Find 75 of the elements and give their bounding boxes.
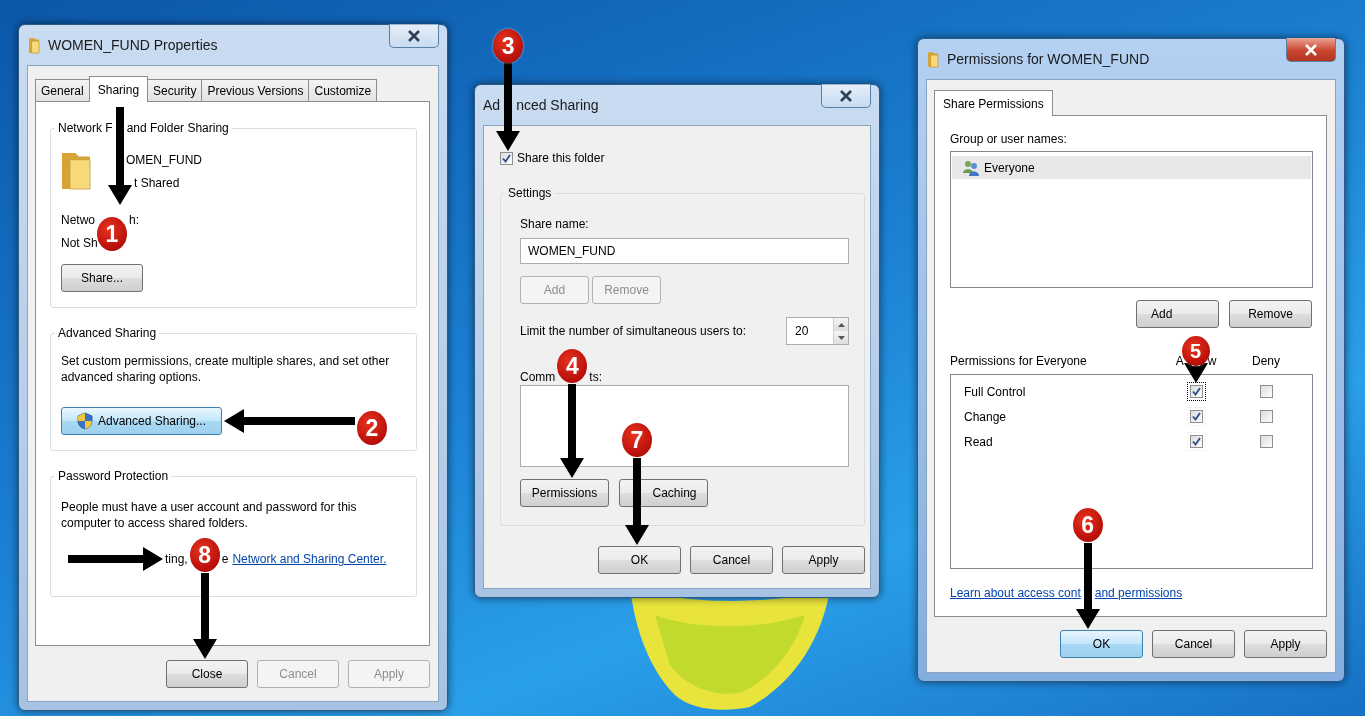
window-title: Permissions for WOMEN_FUND <box>947 50 1150 68</box>
spin-up-button[interactable] <box>834 318 848 331</box>
network-sharing-link[interactable]: Network and Sharing Center. <box>232 550 387 568</box>
remove-button[interactable]: Remove <box>1229 300 1312 328</box>
caret-down-icon <box>837 335 845 340</box>
step-marker: 3 <box>493 29 524 63</box>
label: Share name: <box>520 216 590 232</box>
permission-name: Full Control <box>964 383 1027 400</box>
dialog-button[interactable]: Close <box>166 660 248 688</box>
close-icon <box>1304 43 1318 56</box>
permission-name: Change <box>964 408 1008 425</box>
tab[interactable]: Share Permissions <box>934 90 1053 116</box>
description: People must have a user account and password for this computer to access shared folders. <box>61 499 358 531</box>
column-header: Deny <box>1252 353 1280 369</box>
checkbox[interactable] <box>1259 410 1273 423</box>
add-button[interactable]: Add <box>1136 300 1219 328</box>
column-header: Permissions for Everyone <box>950 353 1088 369</box>
close-button[interactable] <box>389 24 439 48</box>
label: h: <box>129 212 140 229</box>
path-value: Not Sh <box>61 235 99 252</box>
tab[interactable]: Security <box>147 79 203 101</box>
share-name-field[interactable]: WOMEN_FUND <box>520 238 849 264</box>
list-item[interactable]: Everyone <box>952 156 1311 179</box>
spinner-control[interactable]: 20 <box>786 317 849 345</box>
checkbox[interactable] <box>1259 385 1273 398</box>
close-button[interactable] <box>1286 38 1336 62</box>
spin-down-button[interactable] <box>834 331 848 344</box>
dialog-button[interactable]: Apply <box>1244 630 1327 658</box>
number-field[interactable]: 20 <box>787 318 833 344</box>
help-link[interactable]: and permissions <box>1094 585 1183 601</box>
folder-icon <box>927 50 939 68</box>
folder-icon <box>28 36 40 54</box>
label: ts: <box>589 369 602 385</box>
caching-button[interactable]: Caching <box>619 479 708 507</box>
users-icon <box>962 159 980 176</box>
group-title: Network F <box>58 120 113 136</box>
hint-text: ting, <box>165 551 188 568</box>
close-icon <box>839 89 853 102</box>
shield-icon <box>76 412 93 430</box>
window-title: WOMEN_FUND Properties <box>48 36 218 54</box>
window-title: Ad <box>483 96 501 114</box>
label: Limit the number of simultaneous users to: <box>520 323 747 339</box>
checkbox[interactable] <box>1259 435 1273 448</box>
label: Netwo <box>61 212 95 229</box>
label: Comm <box>520 369 556 385</box>
advanced-sharing-button[interactable]: Advanced Sharing... <box>61 407 222 435</box>
window-title: nced Sharing <box>516 96 599 114</box>
dialog-button[interactable]: Apply <box>782 546 865 574</box>
caret-up-icon <box>837 322 845 327</box>
tab[interactable]: Previous Versions <box>201 79 310 101</box>
group-title: and Folder Sharing <box>126 120 229 136</box>
share-button[interactable]: Share... <box>61 264 143 292</box>
tab[interactable]: Sharing <box>88 76 149 102</box>
description: Set custom permissions, create multiple shares, and set other advanced sharing options. <box>61 353 391 385</box>
tab[interactable]: Customize <box>308 79 378 101</box>
dialog-button[interactable]: OK <box>598 546 681 574</box>
close-button[interactable] <box>821 84 871 108</box>
share-status: t Shared <box>133 175 181 191</box>
permission-name: Read <box>964 433 994 450</box>
checkbox[interactable] <box>500 151 513 165</box>
dialog-button[interactable]: Cancel <box>690 546 773 574</box>
tab[interactable]: General <box>35 79 90 101</box>
label: Group or user names: <box>950 131 1068 147</box>
group-title: Advanced Sharing <box>55 325 160 341</box>
dialog-button[interactable]: OK <box>1060 630 1143 658</box>
help-link[interactable]: Learn about access cont <box>950 585 1081 601</box>
group-title: Settings <box>505 185 555 201</box>
dialog-button[interactable]: Cancel <box>1152 630 1235 658</box>
checkbox-label[interactable]: Share this folder <box>517 150 605 166</box>
hint-text: e <box>221 551 229 568</box>
folder-name: OMEN_FUND <box>126 152 202 168</box>
close-icon <box>407 29 421 42</box>
permissions-button[interactable]: Permissions <box>520 479 609 507</box>
column-header: w <box>1207 353 1217 369</box>
comments-field[interactable] <box>520 385 849 467</box>
